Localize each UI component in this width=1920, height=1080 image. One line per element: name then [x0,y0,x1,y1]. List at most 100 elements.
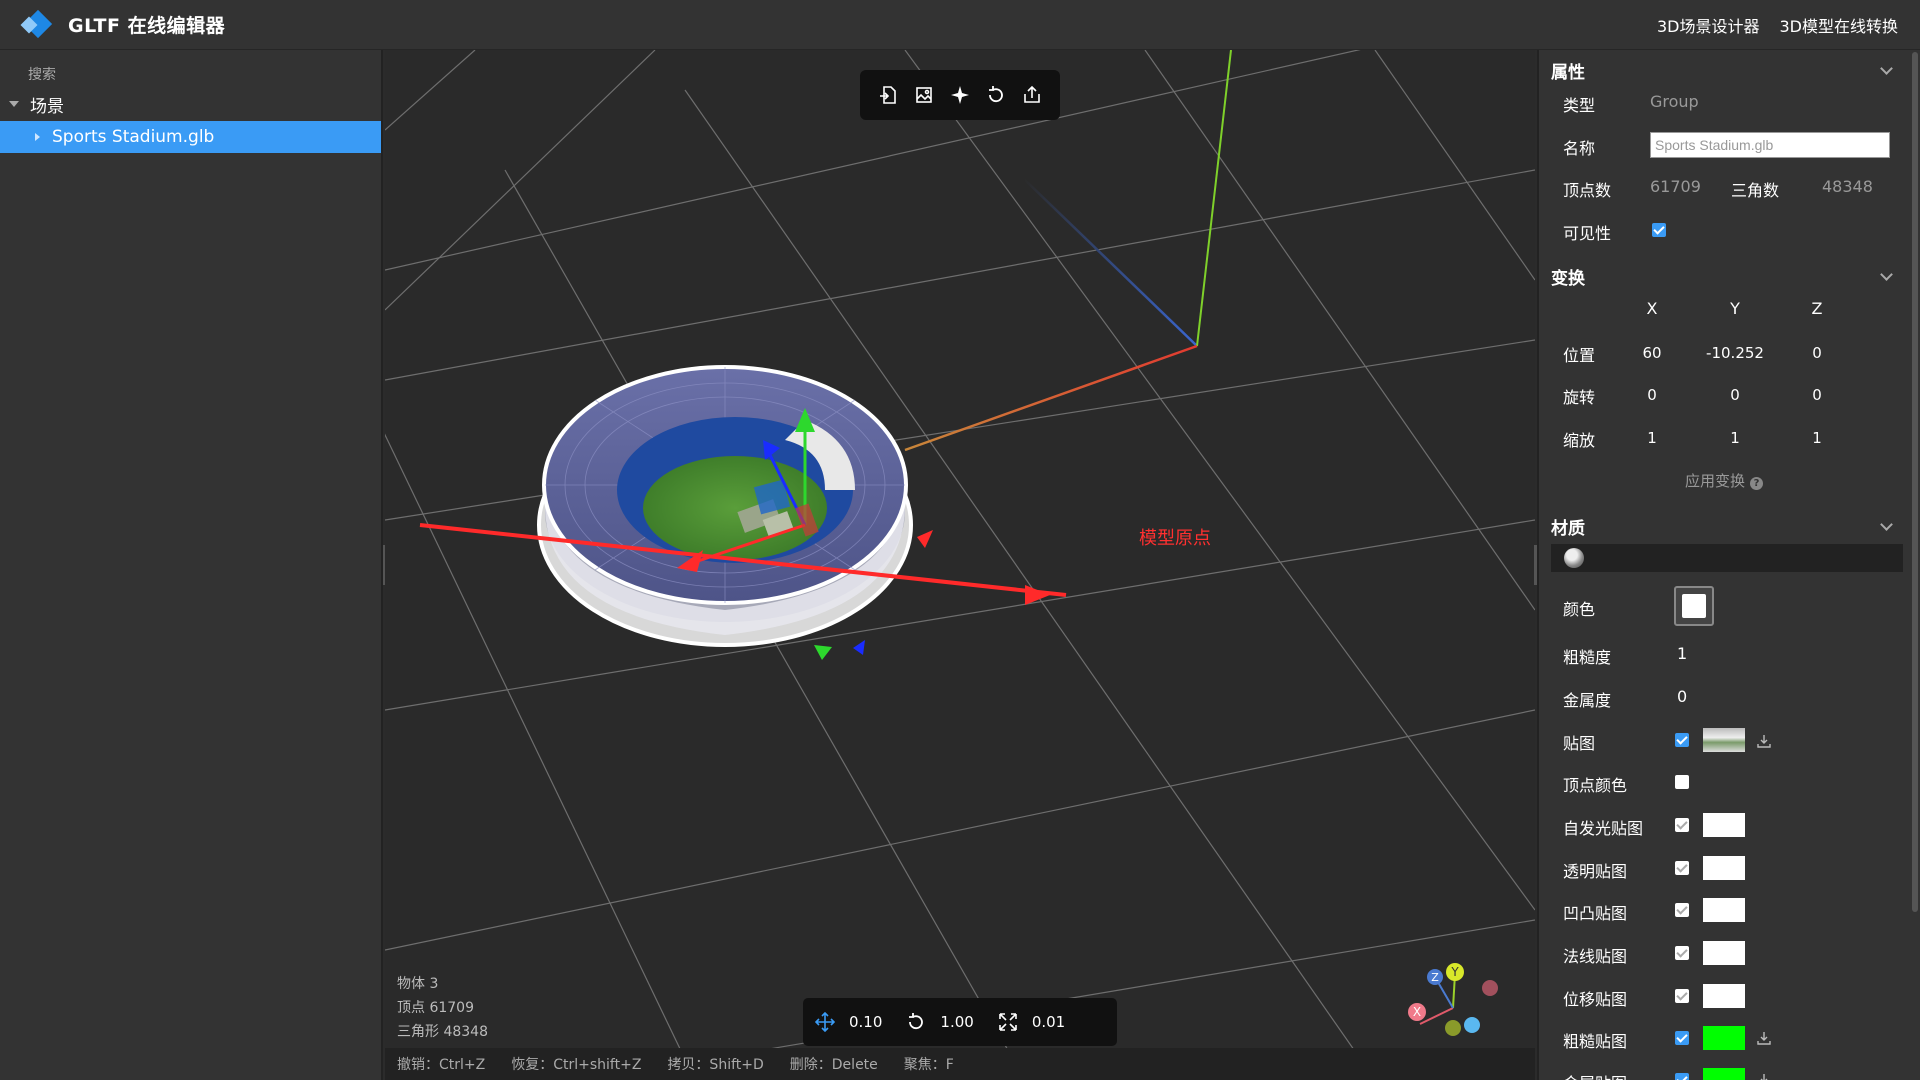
download-icon[interactable] [1756,1030,1772,1046]
displacement-map-checkbox[interactable] [1675,989,1689,1003]
properties-panel: 属性 类型 Group 名称 顶点数 61709 三角数 48348 可见性 变… [1537,50,1920,1080]
displacement-map-label: 位移贴图 [1563,990,1628,1009]
normal-map-swatch[interactable] [1703,941,1745,965]
triangles-count: 三角形 48348 [397,1024,488,1040]
apply-transform-button[interactable]: 应用变换? [1685,470,1764,491]
scale-snap-value: 0.01 [1031,1013,1066,1031]
chevron-down-icon[interactable] [1880,61,1893,75]
material-section-header[interactable]: 材质 [1551,511,1893,541]
rotate-snap[interactable]: 1.00 [906,1012,974,1032]
position-x[interactable]: 60 [1612,344,1692,362]
roughness-map-checkbox[interactable] [1675,1031,1689,1045]
vertex-color-checkbox[interactable] [1675,775,1689,789]
properties-section-title: 属性 [1551,62,1585,83]
download-icon[interactable] [1756,1072,1772,1080]
visible-checkbox[interactable] [1652,223,1666,237]
shortcut-redo: 恢复：Ctrl+shift+Z [511,1057,642,1073]
viewport-toolbar [860,70,1060,120]
bump-map-checkbox[interactable] [1675,903,1689,917]
rotate-icon [909,1013,924,1030]
top-bar: GLTF 在线编辑器 3D场景设计器 3D模型在线转换 [0,0,1920,50]
rotation-x[interactable]: 0 [1612,386,1692,404]
import-icon[interactable] [875,82,901,108]
scale-z[interactable]: 1 [1777,429,1857,447]
metalness-map-checkbox[interactable] [1675,1073,1689,1080]
chevron-down-icon[interactable] [1880,517,1893,531]
scene-stats: 物体 3 顶点 61709 三角形 48348 [397,972,488,1044]
chevron-down-icon[interactable] [1880,267,1893,281]
rotation-y[interactable]: 0 [1695,386,1775,404]
translate-snap-value: 0.10 [849,1013,883,1031]
position-z[interactable]: 0 [1777,344,1857,362]
position-y[interactable]: -10.252 [1695,344,1775,362]
material-sphere-icon [1564,548,1584,568]
name-input[interactable] [1650,132,1890,158]
model-origin-label: 模型原点 [1139,528,1211,549]
orientation-gizmo[interactable]: Z Y X [1408,963,1498,1036]
color-picker[interactable] [1674,586,1714,626]
emissive-map-swatch[interactable] [1703,813,1745,837]
position-label: 位置 [1563,346,1596,365]
scene-designer-link[interactable]: 3D场景设计器 [1657,13,1760,37]
roughness-map-swatch[interactable] [1703,1026,1745,1050]
alpha-map-swatch[interactable] [1703,856,1745,880]
model-converter-link[interactable]: 3D模型在线转换 [1779,13,1898,37]
import-image-icon[interactable] [911,82,937,108]
triangles-label: 三角数 [1731,181,1780,200]
tree-root-scene[interactable]: 场景 [0,90,381,118]
shortcut-copy: 拷贝：Shift+D [667,1057,764,1073]
rotation-z[interactable]: 0 [1777,386,1857,404]
color-swatch [1682,594,1706,618]
panel-scrollbar[interactable] [1912,52,1918,912]
normal-map-label: 法线贴图 [1563,947,1628,966]
alpha-map-checkbox[interactable] [1675,861,1689,875]
caret-down-icon[interactable] [9,101,19,107]
vertices-count: 顶点 61709 [397,1000,474,1016]
scale-y[interactable]: 1 [1695,429,1775,447]
y-header: Y [1730,299,1740,318]
triangles-value: 48348 [1822,177,1873,196]
transform-section-header[interactable]: 变换 [1551,261,1893,291]
emissive-map-label: 自发光贴图 [1563,819,1644,838]
reset-icon[interactable] [983,82,1009,108]
bump-map-swatch[interactable] [1703,898,1745,922]
map-checkbox[interactable] [1675,733,1689,747]
map-label: 贴图 [1563,734,1596,753]
tree-item-label: Sports Stadium.glb [52,127,215,147]
normal-map-checkbox[interactable] [1675,946,1689,960]
metalness-value[interactable]: 0 [1677,687,1687,706]
emissive-map-checkbox[interactable] [1675,818,1689,832]
z-header: Z [1811,299,1823,318]
properties-section-header[interactable]: 属性 [1551,55,1893,85]
world-x-axis [904,344,1198,452]
shortcut-hints: 撤销：Ctrl+Z 恢复：Ctrl+shift+Z 拷贝：Shift+D 删除：… [385,1048,1535,1080]
vertices-value: 61709 [1650,177,1701,196]
help-icon[interactable]: ? [1750,477,1764,490]
3d-viewport[interactable]: Z Y X 模型原点 物体 3 顶点 61709 三角形 48348 0.10 … [385,50,1535,1080]
metalness-map-swatch[interactable] [1703,1068,1745,1080]
material-selector[interactable] [1551,544,1903,572]
shortcut-delete: 删除：Delete [789,1057,878,1073]
rotate-snap-value: 1.00 [940,1013,974,1031]
vertices-label: 顶点数 [1563,181,1612,200]
stadium-model [537,365,913,647]
displacement-map-swatch[interactable] [1703,984,1745,1008]
focus-icon[interactable] [947,82,973,108]
objects-count: 物体 3 [397,976,439,992]
map-texture-thumbnail[interactable] [1703,728,1745,752]
color-label: 颜色 [1563,600,1596,619]
scene-canvas[interactable]: Z Y X [385,50,1535,1080]
roughness-value[interactable]: 1 [1677,644,1687,663]
scale-label: 缩放 [1563,431,1596,450]
roughness-label: 粗糙度 [1563,648,1612,667]
download-icon[interactable] [1756,733,1772,749]
scale-x[interactable]: 1 [1612,429,1692,447]
scale-icon [999,1013,1017,1031]
caret-right-icon[interactable] [35,133,40,141]
alpha-map-label: 透明贴图 [1563,862,1628,881]
tree-item-sports-stadium[interactable]: Sports Stadium.glb [0,121,381,153]
search-input[interactable]: 搜索 [28,64,56,84]
export-icon[interactable] [1019,82,1045,108]
scale-snap[interactable]: 0.01 [998,1012,1065,1032]
translate-snap[interactable]: 0.10 [815,1012,882,1032]
